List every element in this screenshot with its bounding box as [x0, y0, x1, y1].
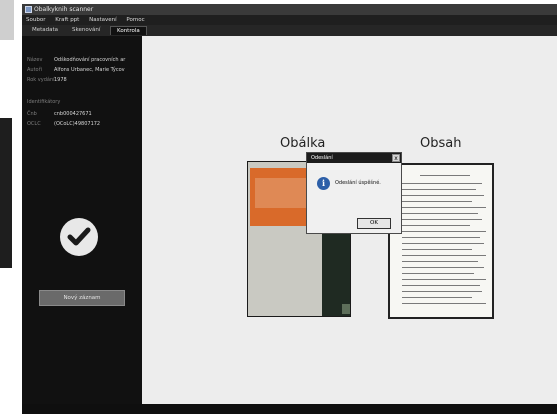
text-line: [402, 207, 486, 208]
text-line: [402, 267, 484, 268]
text-line: [402, 201, 472, 202]
text-line: [402, 273, 474, 274]
sidebar: Název Odškodňování pracovních ar Autoři …: [22, 36, 142, 404]
field-label: Čnb: [27, 111, 37, 117]
text-line: [402, 189, 476, 190]
tab-bar: Metadata Skenování Kontrola: [22, 25, 557, 36]
close-icon[interactable]: x: [392, 154, 400, 162]
success-dialog: Odeslání x i Odeslání úspěšné. OK: [306, 152, 402, 234]
tab-scanning[interactable]: Skenování: [66, 26, 106, 35]
text-line: [402, 261, 478, 262]
cover-label: Obálka: [280, 136, 326, 151]
text-line: [402, 291, 482, 292]
text-line: [402, 297, 472, 298]
tab-metadata[interactable]: Metadata: [26, 26, 64, 35]
text-line: [420, 175, 470, 176]
info-icon: i: [317, 177, 330, 190]
window-title: Obalkyknih scanner: [34, 6, 94, 13]
field-label: Autoři: [27, 67, 43, 73]
new-record-button[interactable]: Nový záznam: [39, 290, 125, 306]
field-value: (OCoLC)49807172: [54, 121, 101, 127]
status-bar: [22, 404, 557, 414]
checkmark-icon: [60, 218, 98, 256]
field-label: Název: [27, 57, 43, 63]
tab-check[interactable]: Kontrola: [110, 26, 147, 35]
text-line: [402, 183, 482, 184]
text-line: [402, 279, 486, 280]
field-value: cnb000427671: [54, 111, 92, 117]
text-line: [402, 195, 484, 196]
text-line: [402, 225, 470, 226]
menu-bar: Soubor Kraft ppt Nastavení Pomoc: [22, 15, 557, 25]
desktop-background: [0, 0, 22, 414]
field-value: 1978: [54, 77, 67, 83]
field-label: Rok vydání: [27, 77, 55, 83]
contents-image[interactable]: [388, 163, 494, 319]
text-line: [402, 237, 480, 238]
text-line: [402, 243, 484, 244]
background-window-fragment: [0, 0, 14, 40]
cover-title-text: [255, 178, 309, 208]
text-line: [402, 219, 482, 220]
dialog-title: Odeslání: [307, 153, 401, 163]
menu-item-help[interactable]: Pomoc: [122, 15, 148, 25]
field-value: Alfons Urbanec, Marie Týcov: [54, 67, 125, 73]
dialog-message: Odeslání úspěšné.: [335, 180, 381, 186]
text-line: [402, 303, 486, 304]
field-value: Odškodňování pracovních ar: [54, 57, 126, 63]
text-line: [402, 213, 478, 214]
field-label: OCLC: [27, 121, 41, 127]
text-line: [402, 285, 480, 286]
app-window: Obalkyknih scanner Soubor Kraft ppt Nast…: [22, 4, 557, 414]
menu-item-2[interactable]: Kraft ppt: [51, 15, 83, 25]
text-line: [402, 255, 486, 256]
background-window-fragment: [0, 118, 12, 268]
cover-number: [342, 304, 350, 314]
preview-area: Obálka Obsah Odeslání x i Odeslání úspěš…: [142, 36, 557, 404]
app-icon: [25, 6, 32, 13]
contents-label: Obsah: [420, 136, 462, 151]
menu-item-settings[interactable]: Nastavení: [85, 15, 121, 25]
text-line: [402, 249, 472, 250]
text-line: [402, 231, 486, 232]
menu-item-file[interactable]: Soubor: [22, 15, 49, 25]
ok-button[interactable]: OK: [357, 218, 391, 229]
title-bar: Obalkyknih scanner: [22, 4, 557, 15]
